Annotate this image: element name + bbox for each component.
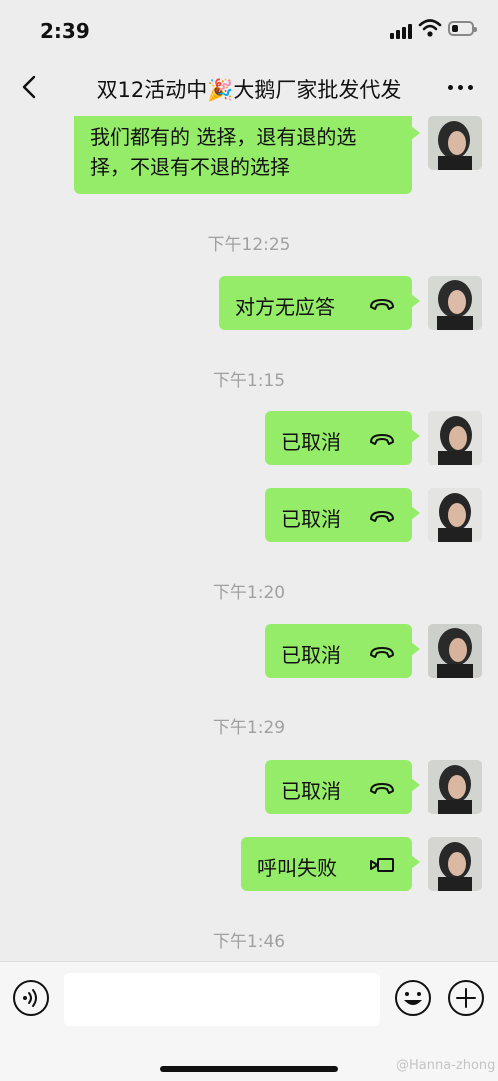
avatar[interactable] xyxy=(428,116,482,170)
more-options-icon[interactable] xyxy=(448,85,474,91)
call-record-bubble[interactable]: 已取消 xyxy=(265,624,420,678)
call-record-bubble[interactable]: 已取消 xyxy=(265,488,420,542)
phone-hangup-icon xyxy=(370,511,394,522)
status-bar: 2:39 xyxy=(0,0,498,58)
plus-icon[interactable] xyxy=(447,979,485,1017)
call-status-text: 对方无应答 xyxy=(235,295,335,319)
back-arrow-icon[interactable] xyxy=(18,74,40,100)
phone-hangup-icon xyxy=(370,783,394,794)
avatar[interactable] xyxy=(428,760,482,814)
chat-header: 双12活动中🎉大鹅厂家批发代发 xyxy=(0,58,498,116)
message-list[interactable]: 我们都有的 选择，退有退的选 择，不退有不退的选择 下午12:25 对方无应答 … xyxy=(0,116,498,961)
voice-input-icon[interactable] xyxy=(12,979,50,1017)
battery-icon xyxy=(448,21,477,36)
avatar[interactable] xyxy=(428,488,482,542)
video-call-icon xyxy=(370,858,394,872)
timestamp: 下午1:20 xyxy=(212,583,286,603)
call-record-bubble[interactable]: 已取消 xyxy=(265,760,420,814)
timestamp: 下午1:15 xyxy=(212,371,286,391)
call-status-text: 呼叫失败 xyxy=(257,856,337,880)
avatar[interactable] xyxy=(428,276,482,330)
phone-hangup-icon xyxy=(370,647,394,658)
call-record-bubble[interactable]: 已取消 xyxy=(265,411,420,465)
message-input[interactable] xyxy=(64,973,380,1026)
timestamp: 下午1:46 xyxy=(212,932,286,952)
avatar[interactable] xyxy=(428,624,482,678)
avatar[interactable] xyxy=(428,411,482,465)
call-status-text: 已取消 xyxy=(281,507,341,531)
timestamp: 下午1:29 xyxy=(212,718,286,738)
signal-icon xyxy=(390,23,414,39)
chat-title: 双12活动中🎉大鹅厂家批发代发 xyxy=(96,78,402,102)
call-record-bubble[interactable]: 对方无应答 xyxy=(219,276,420,330)
timestamp: 下午12:25 xyxy=(207,235,291,255)
call-status-text: 已取消 xyxy=(281,779,341,803)
text-message-bubble[interactable]: 我们都有的 选择，退有退的选 择，不退有不退的选择 xyxy=(74,116,420,194)
emoji-icon[interactable] xyxy=(394,979,432,1017)
call-record-bubble[interactable]: 呼叫失败 xyxy=(241,837,420,891)
message-text-line: 择，不退有不退的选择 xyxy=(90,155,290,179)
avatar[interactable] xyxy=(428,837,482,891)
watermark: @Hanna-zhong xyxy=(396,1058,496,1073)
phone-hangup-icon xyxy=(370,434,394,445)
wifi-icon xyxy=(418,19,442,37)
input-bar: @Hanna-zhong xyxy=(0,961,498,1081)
message-text-line: 我们都有的 选择，退有退的选 xyxy=(90,125,357,149)
status-time: 2:39 xyxy=(40,19,90,43)
phone-hangup-icon xyxy=(370,299,394,310)
home-indicator[interactable] xyxy=(160,1066,338,1072)
call-status-text: 已取消 xyxy=(281,643,341,667)
call-status-text: 已取消 xyxy=(281,430,341,454)
